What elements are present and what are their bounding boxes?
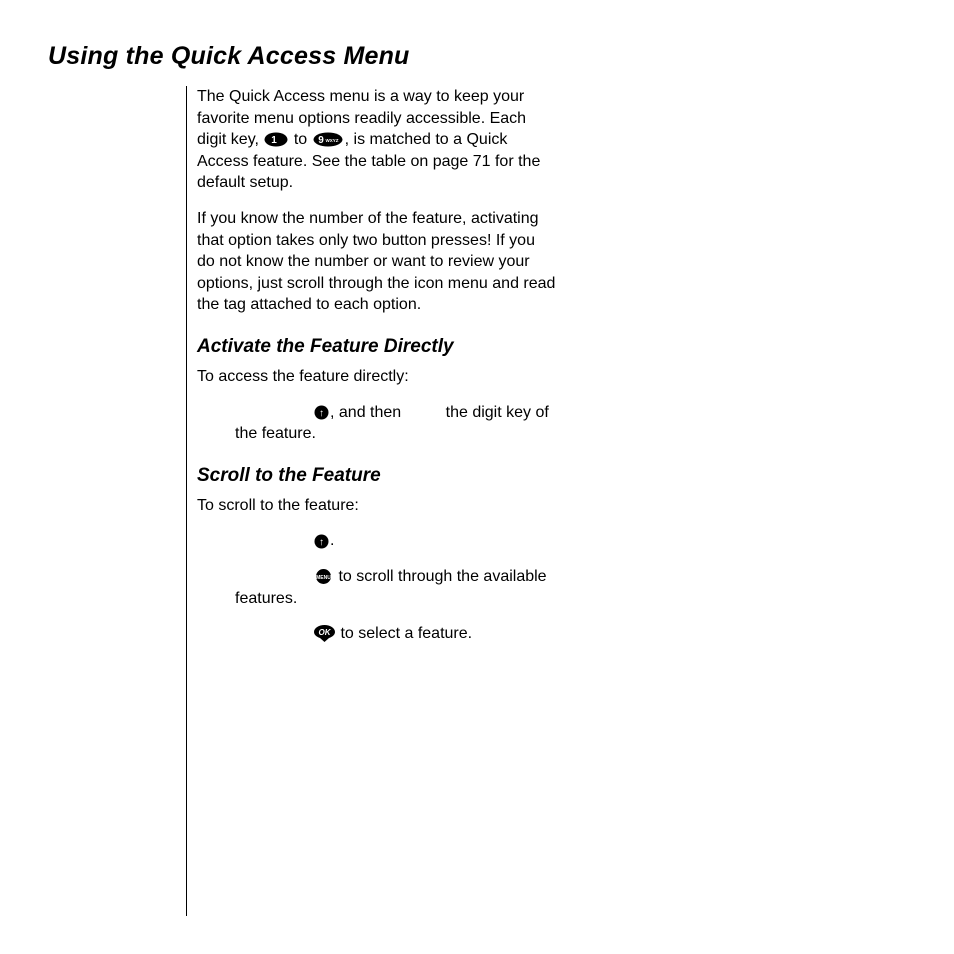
scroll-step-1: ↑.: [197, 530, 556, 552]
heading-activate: Activate the Feature Directly: [197, 336, 556, 358]
intro-p1-mid: to: [289, 131, 311, 148]
intro-paragraph-1: The Quick Access menu is a way to keep y…: [197, 86, 556, 194]
scroll-lead: To scroll to the feature:: [197, 495, 556, 517]
ok-key-icon: OK: [314, 625, 335, 642]
scroll-step-3: OK to select a feature.: [197, 623, 556, 645]
intro-paragraph-2: If you know the number of the feature, a…: [197, 208, 556, 316]
manual-page: Using the Quick Access Menu The Quick Ac…: [0, 0, 954, 954]
up-key-glyph-2: ↑: [319, 537, 324, 548]
activate-step1-mid: , and then: [330, 404, 401, 421]
scroll-step2-tail: to scroll through the available features…: [235, 568, 547, 607]
key-1-icon: 1: [264, 132, 288, 147]
up-key-glyph: ↑: [319, 408, 324, 419]
page-title: Using the Quick Access Menu: [48, 42, 906, 71]
up-key-icon: ↑: [314, 405, 329, 420]
key-9-letters: WXYZ: [325, 138, 338, 143]
menu-key-label: MENU: [316, 575, 331, 581]
activate-lead: To access the feature directly:: [197, 366, 556, 388]
scroll-step-2: MENU to scroll through the available fea…: [197, 566, 556, 609]
menu-key-icon: MENU: [314, 569, 333, 584]
ok-key-label: OK: [319, 628, 332, 637]
key-9-label: 9: [318, 135, 324, 146]
key-9-icon: 9WXYZ: [313, 132, 343, 147]
activate-step-1: ↑, and then the digit key of the feature…: [197, 402, 556, 445]
scroll-step1-tail: .: [330, 532, 334, 549]
body-column: The Quick Access menu is a way to keep y…: [186, 86, 556, 916]
scroll-step3-tail: to select a feature.: [336, 625, 472, 642]
key-1-label: 1: [272, 135, 278, 146]
up-key-icon-2: ↑: [314, 534, 329, 549]
heading-scroll: Scroll to the Feature: [197, 465, 556, 487]
